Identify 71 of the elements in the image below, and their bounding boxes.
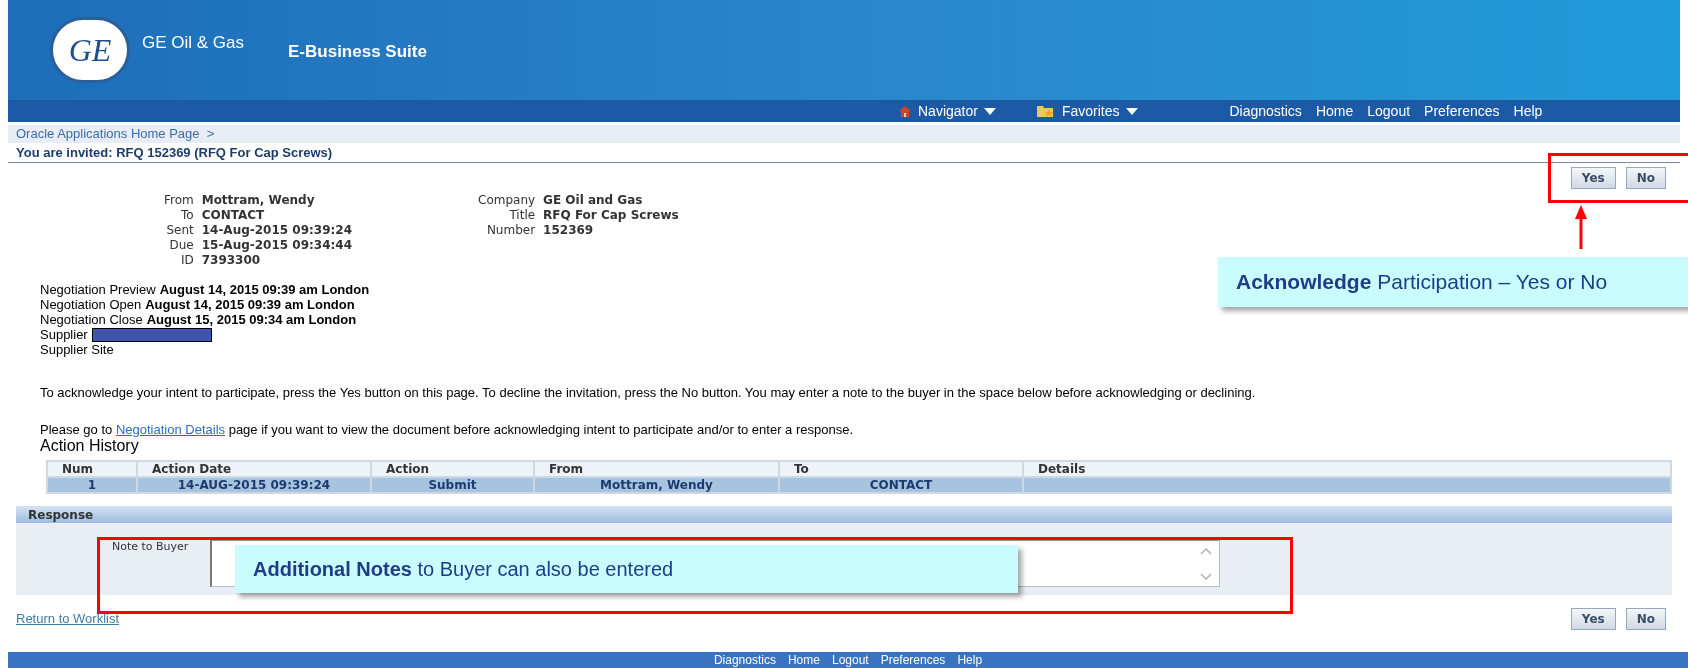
field-value: Mottram, Wendy xyxy=(201,193,316,208)
action-button[interactable]: No xyxy=(1625,608,1666,630)
action-button[interactable]: Yes xyxy=(1570,608,1616,630)
field-value: 152369 xyxy=(543,223,595,238)
field-value: August 14, 2015 09:39 am London xyxy=(145,297,355,312)
field-value: August 14, 2015 09:39 am London xyxy=(159,282,370,297)
scroll-arrows-icon xyxy=(1199,545,1214,583)
table-cell: Mottram, Wendy xyxy=(534,477,779,493)
column-header: Details xyxy=(1023,461,1671,477)
field-label: Supplier Site xyxy=(40,342,114,357)
table-cell: 1 xyxy=(47,477,137,493)
logo: GE xyxy=(50,17,130,83)
column-header: Action Date xyxy=(137,461,371,477)
field-label: To xyxy=(180,208,194,223)
column-header: Num xyxy=(47,461,137,477)
app-title: E-Business Suite xyxy=(288,41,427,64)
field-label: Sent xyxy=(165,223,194,238)
field-label: Note to Buyer xyxy=(112,539,189,555)
global-link[interactable]: Home xyxy=(1315,100,1354,122)
field-label: Negotiation Close xyxy=(40,312,143,327)
footer-link[interactable]: Preferences xyxy=(880,653,946,667)
column-header: From xyxy=(534,461,779,477)
annotation-tooltip: Additional Notes to Buyer can also be entered xyxy=(235,545,1018,593)
footer-link[interactable]: Logout xyxy=(831,653,869,667)
field-value: August 15, 2015 09:34 am London xyxy=(146,312,357,327)
global-link[interactable]: Logout xyxy=(1367,100,1411,122)
field-value: 15-Aug-2015 09:34:44 xyxy=(201,238,354,253)
field-label: ID xyxy=(179,253,194,268)
field-label: Number xyxy=(485,223,536,238)
breadcrumb-link[interactable]: Oracle Applications Home Page > xyxy=(16,124,215,144)
negotiation-details-link[interactable]: Negotiation Details xyxy=(115,422,226,437)
footer-link[interactable]: Home xyxy=(787,653,820,667)
field-value: 7393300 xyxy=(201,253,262,268)
folder-star-icon xyxy=(1035,104,1056,118)
global-link[interactable]: Help xyxy=(1513,100,1543,122)
action-button[interactable]: No xyxy=(1625,167,1666,189)
footer-link[interactable]: Help xyxy=(957,653,983,667)
field-label: Company xyxy=(478,193,536,208)
footer-link[interactable]: Diagnostics xyxy=(713,653,776,667)
field-value: RFQ For Cap Screws xyxy=(543,208,679,223)
table-cell: CONTACT xyxy=(779,477,1023,493)
field-value: GE Oil and Gas xyxy=(543,193,644,208)
field-label: Title xyxy=(508,208,536,223)
field-label: From xyxy=(162,193,194,208)
table-cell: Submit xyxy=(371,477,534,493)
nav-menu[interactable]: Navigator xyxy=(898,100,996,122)
field-value: 14-Aug-2015 09:39:24 xyxy=(201,223,354,238)
field-label: Supplier xyxy=(40,327,88,342)
pointer-arrow xyxy=(1574,205,1588,249)
global-link[interactable]: Preferences xyxy=(1424,100,1500,122)
field-label: Due xyxy=(168,238,194,253)
details-sentence: Please go to Negotiation Details page if you want to view the document before acknowledging intent to participate and/or to enter a response. xyxy=(39,422,855,437)
action-button[interactable]: Yes xyxy=(1570,167,1616,189)
column-header: To xyxy=(779,461,1023,477)
annotation-tooltip: Acknowledge Participation – Yes or No xyxy=(1218,257,1688,307)
page-title: You are invited: RFQ 152369 (RFQ For Cap Screws) xyxy=(16,143,333,162)
field-label: Negotiation Open xyxy=(40,297,142,312)
section-title: Response xyxy=(28,506,94,524)
instructions-text: To acknowledge your intent to participate, press the Yes button on this page. To decline the invitation, press the No button. You may enter a note to the buyer in the space below before acknowledging or declining. xyxy=(39,385,1257,400)
caret-icon xyxy=(983,107,996,115)
column-header: Action xyxy=(371,461,534,477)
field-label: Negotiation Preview xyxy=(40,282,156,297)
caret-icon xyxy=(1125,107,1138,115)
table-cell: 14-AUG-2015 09:39:24 xyxy=(137,477,371,493)
return-link[interactable]: Return to Worklist xyxy=(16,609,120,629)
global-link[interactable]: Diagnostics xyxy=(1229,100,1302,122)
brand-name: GE Oil & Gas xyxy=(142,32,245,55)
nav-menu[interactable]: Favorites xyxy=(1035,100,1138,122)
house-icon xyxy=(898,104,912,118)
section-title: Action History xyxy=(39,437,140,454)
field-value: CONTACT xyxy=(201,208,266,223)
